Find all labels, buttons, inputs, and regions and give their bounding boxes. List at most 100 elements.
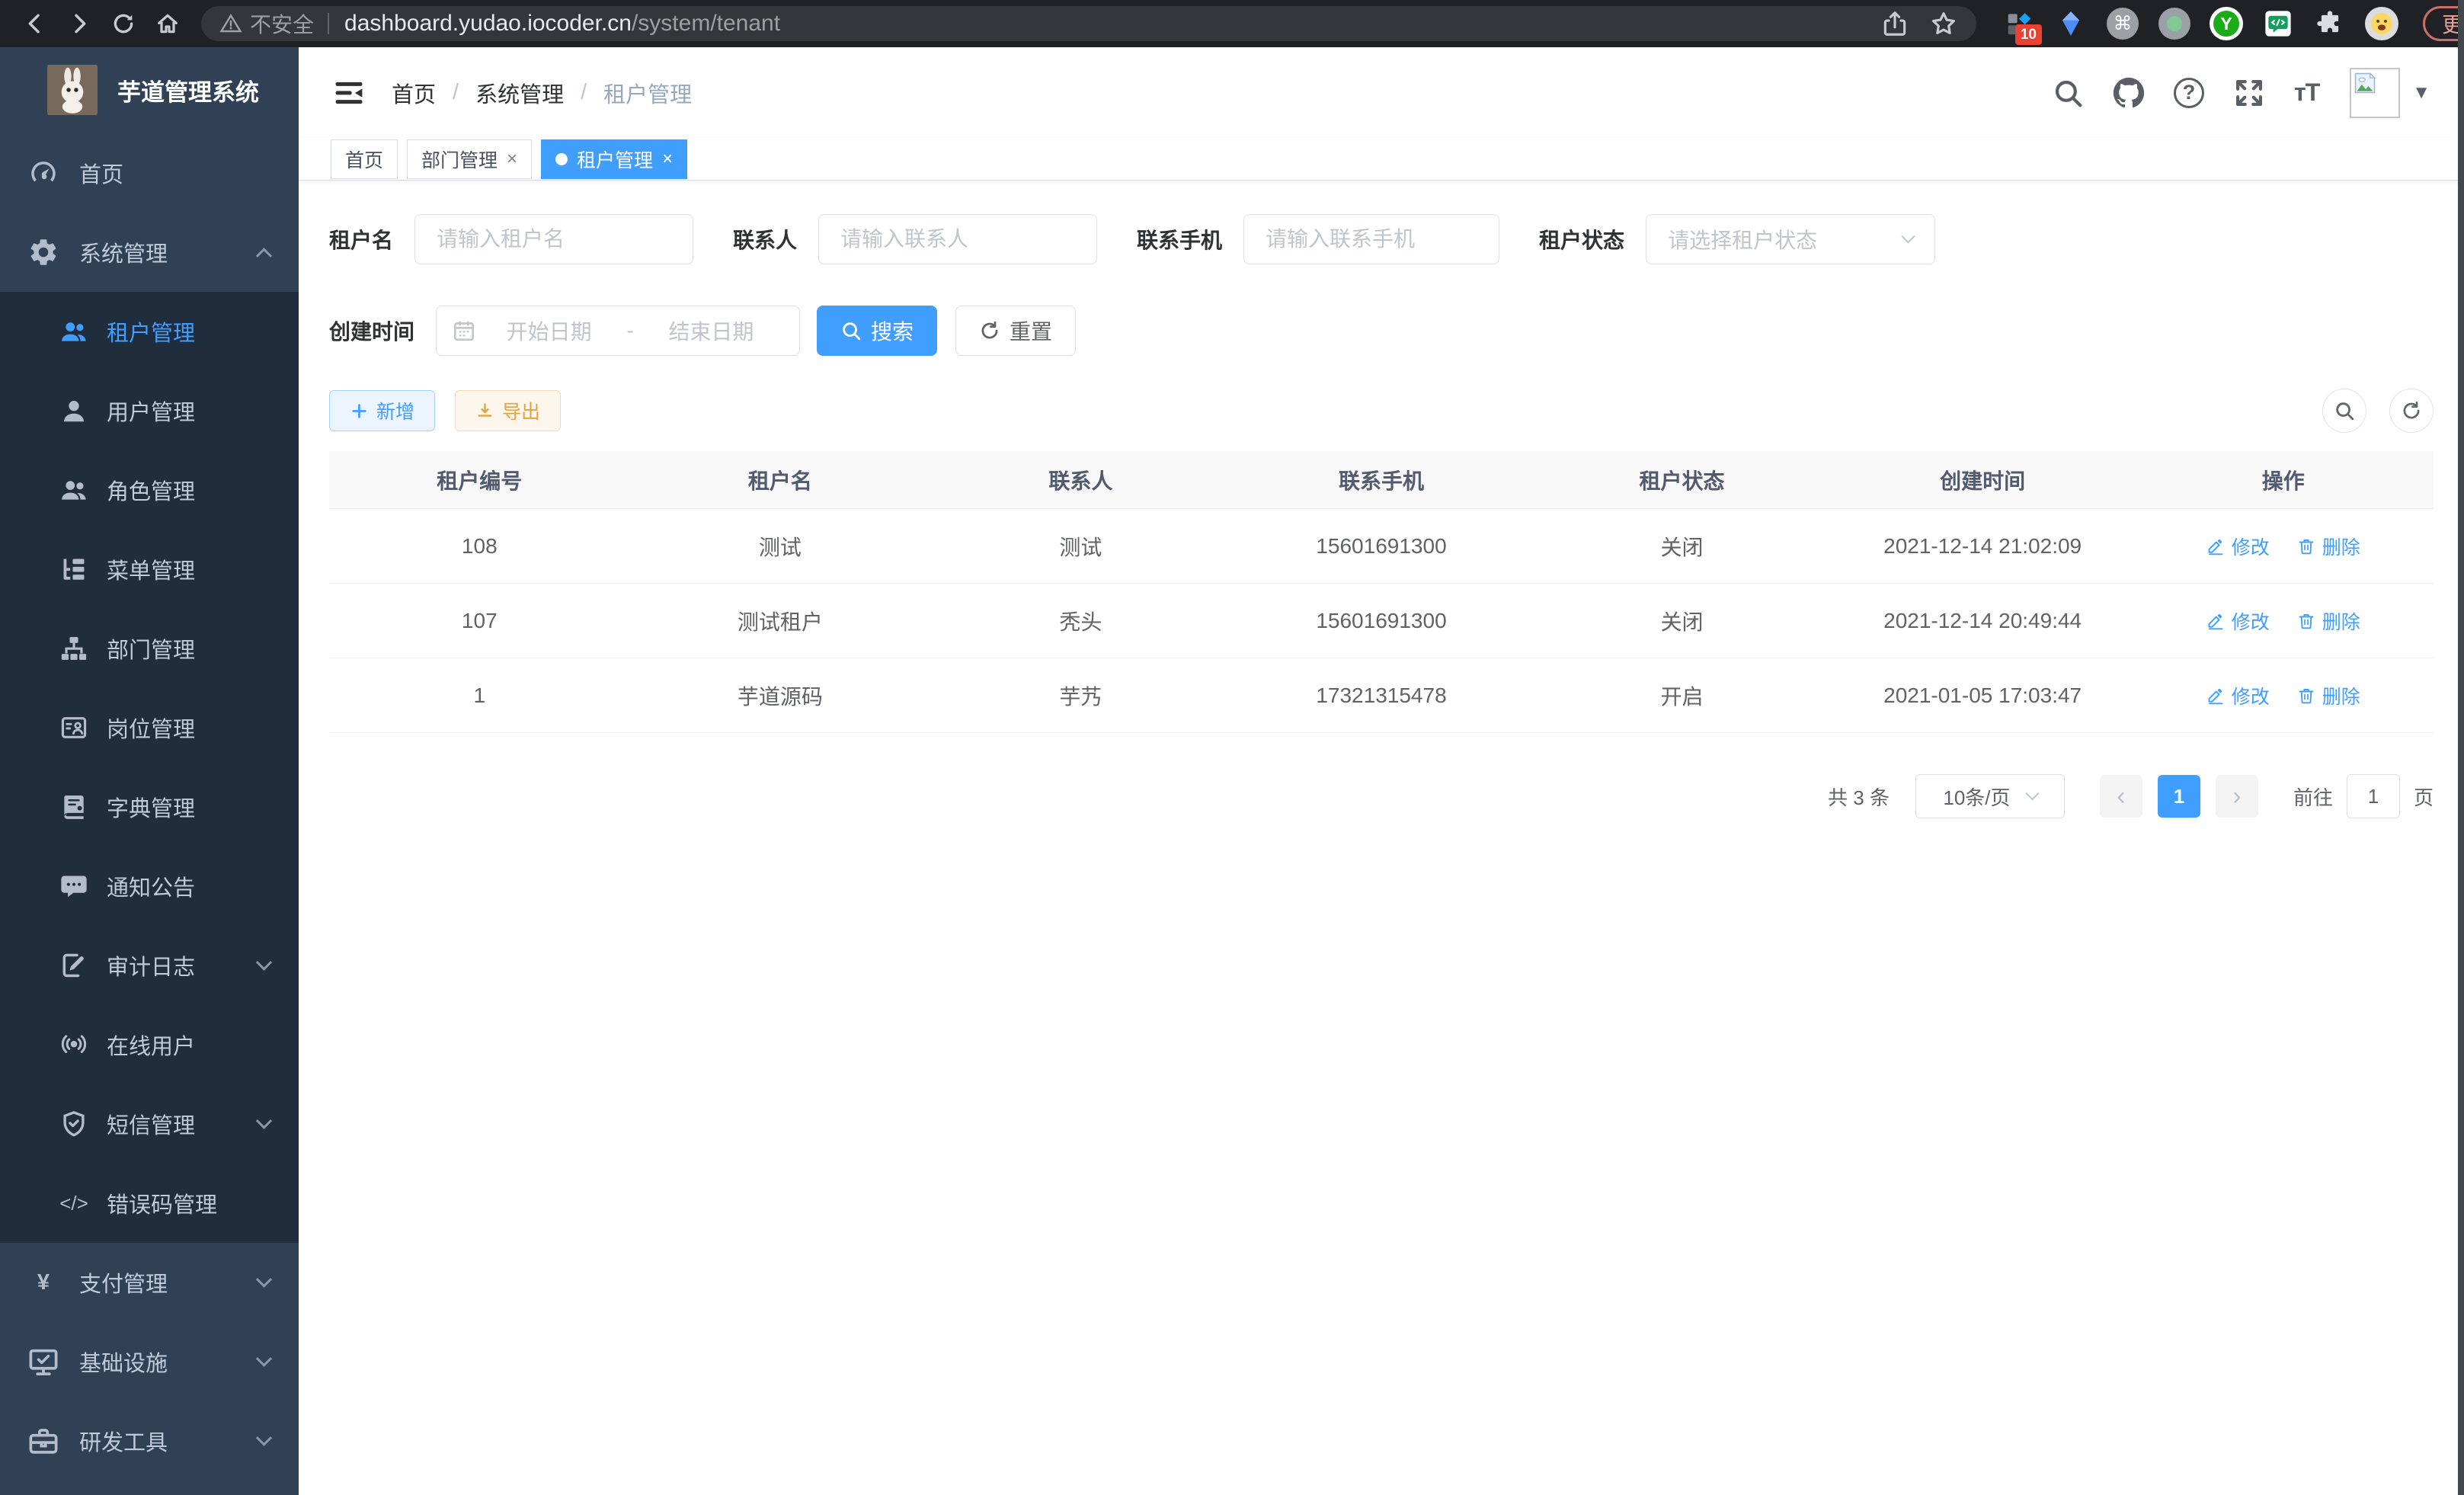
- sidebar-item-dev-tools[interactable]: 研发工具: [0, 1401, 299, 1481]
- edit-link[interactable]: 修改: [2206, 607, 2270, 635]
- sidebar-item-dictionary-management[interactable]: 字典管理: [0, 767, 299, 847]
- page-size-select[interactable]: 10条/页: [1915, 774, 2065, 818]
- avatar[interactable]: [2350, 68, 2400, 118]
- not-secure-warning-icon: [219, 12, 242, 35]
- edit-link[interactable]: 修改: [2206, 533, 2270, 560]
- tab-tenant-management[interactable]: 租户管理 ×: [541, 139, 687, 179]
- extension-y-icon[interactable]: Y: [2210, 7, 2243, 40]
- share-icon[interactable]: [1880, 9, 1909, 38]
- sidebar-item-audit-log[interactable]: 审计日志: [0, 926, 299, 1005]
- badge-icon: [59, 713, 88, 742]
- sidebar-item-payment-management[interactable]: ¥ 支付管理: [0, 1243, 299, 1322]
- trash-icon: [2297, 687, 2315, 705]
- sidebar-item-announcement[interactable]: 通知公告: [0, 847, 299, 926]
- dev-tools-icon: [27, 1425, 59, 1457]
- broken-image-icon: [2354, 72, 2376, 94]
- delete-link[interactable]: 删除: [2297, 533, 2360, 560]
- sidebar-item-tenant-management[interactable]: 租户管理: [0, 292, 299, 371]
- announcement-icon: [59, 872, 88, 901]
- tab-home[interactable]: 首页: [331, 139, 398, 179]
- help-icon[interactable]: ?: [2174, 78, 2204, 108]
- sidebar-item-sms-management[interactable]: 短信管理: [0, 1084, 299, 1164]
- extension-gem-icon[interactable]: [2054, 7, 2088, 40]
- sidebar-item-department-management[interactable]: 部门管理: [0, 609, 299, 688]
- sidebar-item-online-users[interactable]: 在线用户: [0, 1005, 299, 1084]
- trash-icon: [2297, 537, 2315, 555]
- extension-badge: 10: [2015, 24, 2042, 45]
- breadcrumb-home[interactable]: 首页: [392, 77, 436, 109]
- tenant-name-input[interactable]: [414, 214, 693, 264]
- browser-reload-button[interactable]: [107, 7, 140, 40]
- delete-link[interactable]: 删除: [2297, 682, 2360, 709]
- add-button[interactable]: 新增: [329, 390, 435, 431]
- column-header: 租户状态: [1531, 465, 1832, 495]
- sidebar-item-post-management[interactable]: 岗位管理: [0, 688, 299, 767]
- security-label: 不安全: [250, 8, 314, 39]
- mobile-label: 联系手机: [1137, 224, 1222, 255]
- app-logo-row[interactable]: 芋道管理系统: [0, 47, 299, 116]
- breadcrumb-separator: /: [581, 80, 587, 105]
- bookmark-star-icon[interactable]: [1929, 9, 1958, 38]
- avatar-dropdown-caret-icon[interactable]: ▼: [2412, 82, 2430, 104]
- extension-command-icon[interactable]: ⌘: [2106, 7, 2139, 40]
- fullscreen-icon[interactable]: [2233, 77, 2265, 109]
- search-icon[interactable]: [2052, 77, 2084, 109]
- extension-chat-icon[interactable]: [2261, 7, 2295, 40]
- sidebar-item-infrastructure[interactable]: 基础设施: [0, 1322, 299, 1401]
- chevron-down-icon: [256, 954, 272, 970]
- cell-created: 2021-12-14 21:02:09: [1832, 534, 2133, 559]
- breadcrumb-system-management[interactable]: 系统管理: [475, 77, 564, 109]
- github-icon[interactable]: [2113, 77, 2145, 109]
- search-button[interactable]: 搜索: [817, 306, 937, 356]
- cell-status: 关闭: [1531, 606, 1832, 636]
- gear-icon: [27, 236, 59, 268]
- current-page-button[interactable]: 1: [2158, 775, 2200, 818]
- refresh-icon: [979, 320, 1000, 341]
- search-icon: [840, 320, 862, 341]
- tab-department-management[interactable]: 部门管理 ×: [407, 139, 532, 179]
- contact-input[interactable]: [818, 214, 1097, 264]
- close-icon[interactable]: ×: [662, 150, 673, 168]
- tags-view-bar: 首页 部门管理 × 租户管理 ×: [299, 138, 2464, 181]
- sidebar-item-home[interactable]: 首页: [0, 133, 299, 213]
- prev-page-button[interactable]: ‹: [2100, 775, 2142, 818]
- address-bar[interactable]: 不安全 dashboard.yudao.iocoder.cn/system/te…: [201, 6, 1976, 41]
- browser-back-button[interactable]: [18, 7, 52, 40]
- sidebar-collapse-icon[interactable]: [332, 76, 366, 110]
- sidebar-item-menu-management[interactable]: 菜单管理: [0, 530, 299, 609]
- edit-link[interactable]: 修改: [2206, 682, 2270, 709]
- audit-log-icon: [59, 951, 88, 980]
- app-logo: [47, 64, 98, 116]
- extension-dot-icon[interactable]: [2158, 7, 2191, 40]
- reset-button[interactable]: 重置: [955, 306, 1076, 356]
- refresh-table-button[interactable]: [2389, 389, 2434, 433]
- mobile-input[interactable]: [1243, 214, 1499, 264]
- create-time-range-picker[interactable]: 开始日期 - 结束日期: [436, 306, 800, 356]
- tenant-status-select[interactable]: 请选择租户状态: [1646, 214, 1935, 264]
- column-header: 租户编号: [329, 465, 630, 495]
- browser-forward-button[interactable]: [62, 7, 96, 40]
- extension-grid-icon[interactable]: 10: [2002, 7, 2036, 40]
- close-icon[interactable]: ×: [507, 150, 517, 168]
- profile-avatar-icon[interactable]: [2365, 7, 2398, 40]
- font-size-icon[interactable]: тT: [2294, 78, 2319, 107]
- delete-link[interactable]: 删除: [2297, 607, 2360, 635]
- browser-home-button[interactable]: [151, 7, 184, 40]
- online-users-icon: [59, 1030, 88, 1059]
- cell-tenant-id: 1: [329, 683, 630, 708]
- chevron-up-icon: [256, 248, 272, 264]
- goto-page-input[interactable]: [2347, 774, 2400, 818]
- cell-created: 2021-12-14 20:49:44: [1832, 609, 2133, 633]
- export-button[interactable]: 导出: [455, 390, 561, 431]
- toggle-search-button[interactable]: [2322, 389, 2366, 433]
- column-header: 租户名: [630, 465, 931, 495]
- next-page-button[interactable]: ›: [2216, 775, 2258, 818]
- chevron-down-icon: [256, 1350, 272, 1366]
- sidebar-item-error-code-management[interactable]: </> 错误码管理: [0, 1164, 299, 1243]
- sidebar-item-user-management[interactable]: 用户管理: [0, 371, 299, 450]
- sidebar-item-system-management[interactable]: 系统管理: [0, 213, 299, 292]
- breadcrumb-current: 租户管理: [603, 77, 692, 109]
- extensions-puzzle-icon[interactable]: [2313, 7, 2347, 40]
- sidebar-item-role-management[interactable]: 角色管理: [0, 450, 299, 530]
- column-header: 操作: [2133, 465, 2434, 495]
